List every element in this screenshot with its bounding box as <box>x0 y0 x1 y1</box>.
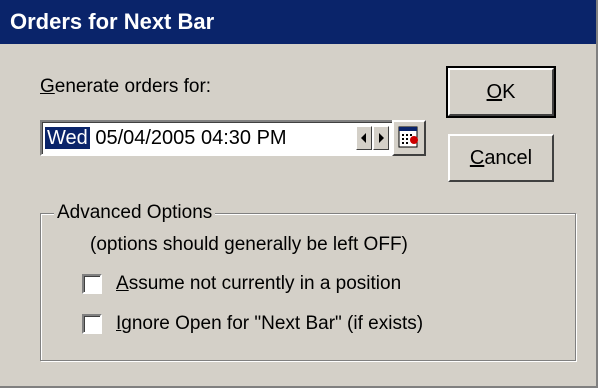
ok-label: K <box>502 81 516 103</box>
option-text: ssume not currently in a position <box>128 273 402 294</box>
calendar-icon <box>398 126 418 148</box>
cancel-hotkey: C <box>469 147 485 169</box>
left-arrow-icon <box>361 133 366 143</box>
spin-left-button[interactable] <box>356 126 372 150</box>
calendar-button[interactable] <box>392 120 426 156</box>
generate-label-text: enerate orders for: <box>54 76 212 97</box>
option-label: Assume not currently in a position <box>116 273 401 295</box>
option-text: gnore Open for "Next Bar" (if exists) <box>121 313 424 334</box>
advanced-options-note: (options should generally be left OFF) <box>90 234 408 255</box>
datetime-value[interactable]: 05/04/2005 04:30 PM <box>95 127 286 149</box>
checkbox-ignore-open-next-bar[interactable] <box>82 314 102 334</box>
ok-hotkey: O <box>486 81 503 103</box>
checkbox-assume-not-in-position[interactable] <box>82 274 102 294</box>
dialog-title: Orders for Next Bar <box>0 0 596 44</box>
right-arrow-icon <box>379 133 384 143</box>
day-segment[interactable]: Wed <box>45 127 90 149</box>
option-label: Ignore Open for "Next Bar" (if exists) <box>116 313 423 335</box>
cancel-button[interactable]: Cancel <box>448 134 554 182</box>
orders-dialog: Orders for Next Bar Generate orders for:… <box>0 0 598 388</box>
ok-button[interactable]: OK <box>446 66 556 118</box>
generate-label-hotkey: G <box>40 76 55 97</box>
option-hotkey: A <box>116 273 129 294</box>
advanced-options-title: Advanced Options <box>54 202 216 224</box>
datetime-field[interactable]: Wed 05/04/2005 04:30 PM <box>40 120 394 156</box>
cancel-label: ancel <box>484 147 533 169</box>
spin-right-button[interactable] <box>373 126 389 150</box>
generate-orders-label: Generate orders for: <box>40 76 211 98</box>
